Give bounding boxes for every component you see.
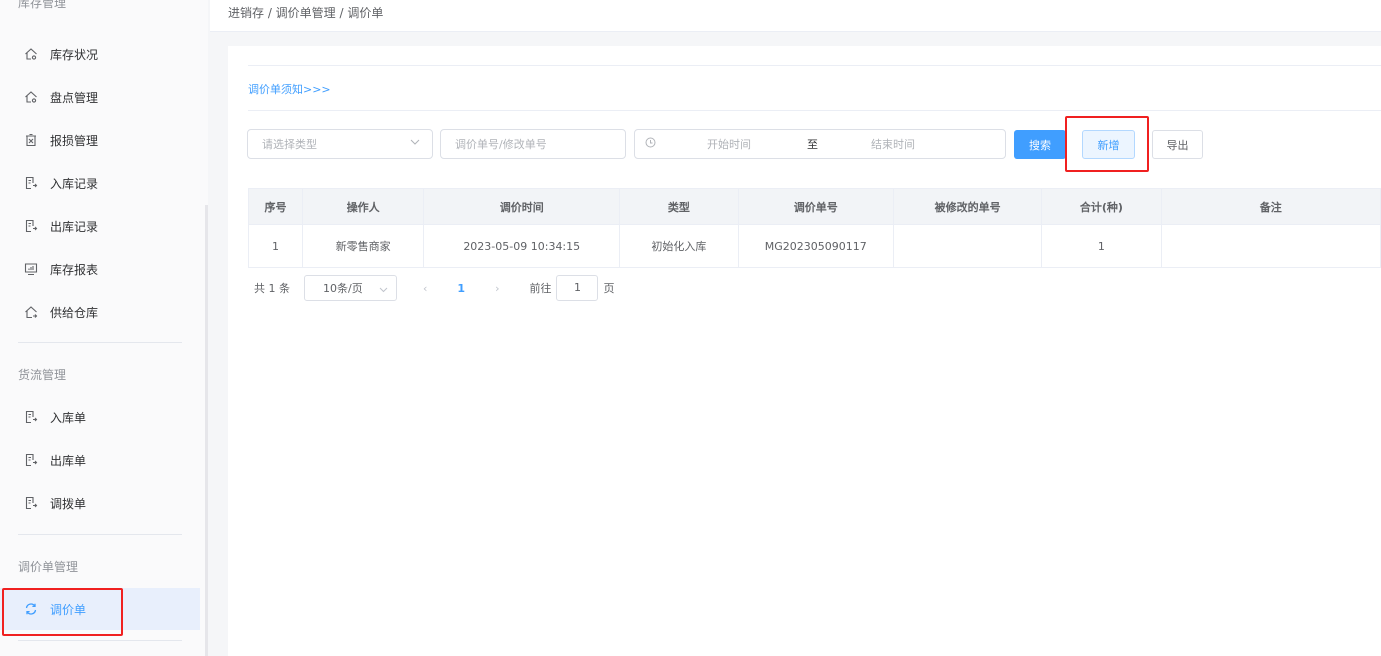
- table-cell: [892, 224, 1043, 268]
- add-button[interactable]: 新增: [1082, 130, 1135, 159]
- sidebar-item-label: 报损管理: [50, 133, 99, 148]
- table-cell: 1: [1041, 224, 1162, 268]
- doc-icon: [24, 453, 38, 467]
- order-no-input[interactable]: 调价单号/修改单号: [440, 129, 626, 159]
- divider: [248, 65, 1381, 66]
- sidebar: 库存管理 库存状况盘点管理报损管理入库记录出库记录库存报表供给仓库 货流管理 入…: [0, 0, 208, 656]
- total-count: 共 1 条: [254, 282, 290, 295]
- warehouse-icon: [24, 305, 38, 319]
- type-select[interactable]: 请选择类型: [247, 129, 433, 159]
- column-header: 备注: [1160, 188, 1381, 225]
- table-cell: 新零售商家: [302, 224, 425, 268]
- breadcrumb: 进销存 / 调价单管理 / 调价单: [210, 0, 1381, 32]
- goto-label: 前往: [529, 282, 552, 295]
- page-unit: 页: [603, 282, 615, 295]
- group-title-flow: 货流管理: [18, 368, 67, 382]
- table-cell: 初始化入库: [619, 224, 739, 268]
- sidebar-item[interactable]: 出库单: [0, 439, 200, 481]
- sidebar-item[interactable]: 调拨单: [0, 482, 200, 524]
- column-header: 调价时间: [423, 188, 621, 225]
- start-time[interactable]: 开始时间: [707, 136, 751, 152]
- sidebar-item[interactable]: 入库记录: [0, 162, 200, 204]
- notice-link[interactable]: 调价单须知>>>: [248, 81, 331, 97]
- sidebar-item-label: 出库单: [50, 453, 87, 468]
- table-cell: [1160, 224, 1381, 268]
- home-icon: [24, 90, 38, 104]
- end-time[interactable]: 结束时间: [871, 136, 915, 152]
- column-header: 序号: [247, 188, 304, 225]
- column-header: 被修改的单号: [892, 188, 1043, 225]
- divider: [18, 534, 182, 535]
- group-title-inventory: 库存管理: [18, 0, 67, 10]
- divider: [18, 640, 182, 641]
- sidebar-item-label: 供给仓库: [50, 305, 99, 320]
- main-card: 调价单须知>>> 请选择类型 调价单号/修改单号 开始时间 至 结束时间 搜索 …: [228, 46, 1381, 656]
- pagination: 共 1 条 10条/页 ‹ 1 › 前往 1 页: [248, 275, 614, 301]
- clock-icon: [645, 137, 656, 151]
- monitor-icon: [24, 262, 38, 276]
- sidebar-item[interactable]: 库存报表: [0, 248, 200, 290]
- divider: [18, 342, 182, 343]
- sidebar-item-label: 调拨单: [50, 496, 87, 511]
- page-size-select[interactable]: 10条/页: [304, 275, 397, 301]
- sidebar-item[interactable]: 入库单: [0, 396, 200, 438]
- table-cell: MG202305090117: [737, 224, 894, 268]
- sidebar-item-label: 库存状况: [50, 47, 99, 62]
- column-header: 操作人: [302, 188, 425, 225]
- doc-out-icon: [24, 219, 38, 233]
- sidebar-item-price-adjust[interactable]: 调价单: [0, 588, 200, 630]
- sidebar-item[interactable]: 出库记录: [0, 205, 200, 247]
- search-button[interactable]: 搜索: [1014, 130, 1066, 159]
- doc-icon: [24, 496, 38, 510]
- divider: [248, 110, 1381, 111]
- sidebar-item-label: 入库记录: [50, 176, 99, 191]
- column-header: 合计(种): [1041, 188, 1162, 225]
- sidebar-item-label: 盘点管理: [50, 90, 99, 105]
- doc-in-icon: [24, 176, 38, 190]
- chevron-down-icon: [410, 137, 420, 150]
- home-icon: [24, 47, 38, 61]
- next-page-icon[interactable]: ›: [495, 282, 499, 295]
- table-cell: 1: [247, 224, 304, 268]
- goto-page-input[interactable]: 1: [556, 275, 599, 301]
- refresh-icon: [24, 602, 38, 616]
- table-row: 1 新零售商家 2023-05-09 10:34:15 初始化入库 MG20230509…: [247, 224, 1381, 268]
- sidebar-item-label: 入库单: [50, 410, 87, 425]
- sidebar-item-label: 库存报表: [50, 262, 99, 277]
- type-select-placeholder: 请选择类型: [262, 138, 317, 151]
- column-header: 调价单号: [737, 188, 894, 225]
- sidebar-item[interactable]: 供给仓库: [0, 291, 200, 333]
- sidebar-item-label: 出库记录: [50, 219, 99, 234]
- table-header: 序号 操作人 调价时间 类型 调价单号 被修改的单号 合计(种) 备注: [247, 188, 1381, 225]
- price-adjust-table: 序号 操作人 调价时间 类型 调价单号 被修改的单号 合计(种) 备注 1 新零售商家 2023-…: [247, 188, 1381, 268]
- page-size-value: 10条/页: [323, 282, 363, 295]
- export-button[interactable]: 导出: [1152, 130, 1203, 159]
- doc-icon: [24, 410, 38, 424]
- range-separator: 至: [807, 138, 818, 151]
- sidebar-item[interactable]: 盘点管理: [0, 76, 200, 118]
- sidebar-item[interactable]: 报损管理: [0, 119, 200, 161]
- sidebar-item-label: 调价单: [50, 602, 87, 617]
- column-header: 类型: [619, 188, 739, 225]
- order-no-placeholder: 调价单号/修改单号: [455, 138, 547, 151]
- chevron-down-icon: [379, 284, 388, 297]
- sidebar-scrollbar[interactable]: [205, 205, 208, 656]
- table-cell: 2023-05-09 10:34:15: [423, 224, 621, 268]
- date-range-picker[interactable]: 开始时间 至 结束时间: [634, 129, 1006, 159]
- group-title-price: 调价单管理: [18, 560, 79, 574]
- page-number[interactable]: 1: [457, 282, 465, 295]
- prev-page-icon[interactable]: ‹: [423, 282, 427, 295]
- trash-icon: [24, 133, 38, 147]
- sidebar-item[interactable]: 库存状况: [0, 33, 200, 75]
